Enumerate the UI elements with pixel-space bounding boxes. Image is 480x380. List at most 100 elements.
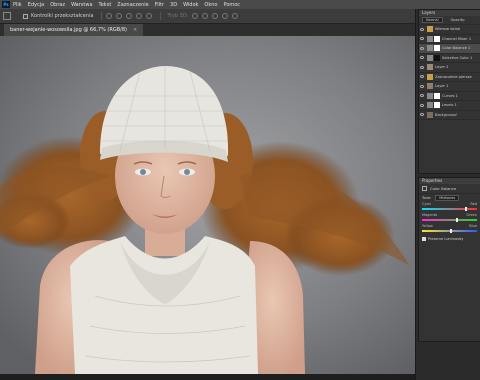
3d-slide-icon[interactable] xyxy=(222,13,229,19)
layer-name: Color Balance 1 xyxy=(442,46,471,51)
layer-mask-thumbnail xyxy=(434,92,440,99)
adjustment-icon xyxy=(427,102,433,109)
document-canvas[interactable] xyxy=(0,36,415,374)
divider xyxy=(160,12,162,20)
right-panel-dock: Layers Normal Opacity: Wiersze dolne Cha… xyxy=(415,9,480,380)
align-center-icon[interactable] xyxy=(146,13,153,19)
layer-row[interactable]: Selective Color 1 xyxy=(419,54,480,63)
slider-knob[interactable] xyxy=(464,207,467,211)
menu-plik[interactable]: Plik xyxy=(13,2,22,8)
menu-widok[interactable]: Widok xyxy=(183,2,198,8)
adjustment-icon xyxy=(427,54,433,61)
menu-zaznaczenie[interactable]: Zaznaczenie xyxy=(117,2,148,8)
layer-thumbnail xyxy=(427,111,433,118)
visibility-eye-icon[interactable] xyxy=(420,94,424,98)
3d-scale-icon[interactable] xyxy=(232,13,239,19)
layer-name: Channel Mixer 1 xyxy=(442,36,472,41)
properties-title: Color Balance xyxy=(430,186,457,191)
layer-row[interactable]: Layer 1 xyxy=(419,82,480,92)
visibility-eye-icon[interactable] xyxy=(420,46,424,50)
align-left-icon[interactable] xyxy=(136,13,143,19)
tone-label: Tone: xyxy=(422,196,432,200)
layer-name: Layer 2 xyxy=(435,65,449,70)
layer-row[interactable]: Background xyxy=(419,111,480,120)
visibility-eye-icon[interactable] xyxy=(420,113,424,117)
layer-row[interactable]: Levels 1 xyxy=(419,101,480,111)
3d-pan-icon[interactable] xyxy=(212,13,219,19)
menu-warstwa[interactable]: Warstwa xyxy=(71,2,92,8)
magenta-green-slider-group: Magenta Green xyxy=(419,213,480,222)
layer-row[interactable]: Curves 1 xyxy=(419,92,480,101)
menu-tekst[interactable]: Tekst xyxy=(99,2,112,8)
menu-okno[interactable]: Okno xyxy=(204,2,217,8)
cyan-red-slider[interactable] xyxy=(422,207,477,211)
layers-filter-row: Normal Opacity: xyxy=(419,16,480,25)
3d-mode-label: Tryb 3D: xyxy=(167,13,189,19)
magenta-green-slider[interactable] xyxy=(422,218,477,222)
layer-mask-thumbnail xyxy=(434,45,440,52)
layer-row[interactable]: Wiersze dolne xyxy=(419,25,480,35)
slider-knob[interactable] xyxy=(449,229,452,233)
visibility-eye-icon[interactable] xyxy=(420,84,424,88)
blend-mode-select[interactable]: Normal xyxy=(422,17,443,23)
close-icon[interactable]: × xyxy=(133,24,137,36)
opacity-label: Opacity: xyxy=(450,18,466,22)
app-logo[interactable]: Ps xyxy=(2,1,10,8)
menu-bar: Ps Plik Edycja Obraz Warstwa Tekst Zazna… xyxy=(0,0,480,9)
yellow-label: Yellow xyxy=(422,224,433,228)
layer-row-selected[interactable]: Color Balance 1 xyxy=(419,44,480,54)
yellow-blue-labels: Yellow Blue xyxy=(419,224,480,228)
layer-row[interactable]: Channel Mixer 1 xyxy=(419,35,480,44)
layer-name: Curves 1 xyxy=(442,93,458,98)
document-title: baner-wejanie-wosowslla.jpg @ 66,7% (RGB… xyxy=(10,27,127,33)
visibility-eye-icon[interactable] xyxy=(420,37,424,41)
menu-obraz[interactable]: Obraz xyxy=(50,2,65,8)
layer-thumbnail xyxy=(427,64,433,71)
layer-mask-thumbnail xyxy=(434,54,440,61)
folder-icon xyxy=(427,26,433,33)
preserve-luminosity-label: Preserve Luminosity xyxy=(428,237,464,241)
layer-mask-thumbnail xyxy=(434,102,440,109)
red-label: Red xyxy=(470,202,477,206)
adjustment-icon xyxy=(427,35,433,42)
folder-icon xyxy=(427,73,433,80)
align-top-icon[interactable] xyxy=(106,13,113,19)
visibility-eye-icon[interactable] xyxy=(420,27,424,31)
document-tab[interactable]: baner-wejanie-wosowslla.jpg @ 66,7% (RGB… xyxy=(4,24,144,36)
layer-mask-thumbnail xyxy=(434,35,440,42)
3d-rotate-icon[interactable] xyxy=(192,13,199,19)
layer-name: Wiersze dolne xyxy=(435,27,461,32)
tone-select[interactable]: Midtones xyxy=(435,195,460,201)
cyan-red-slider-group: Cyan Red xyxy=(419,202,480,211)
menu-pomoc[interactable]: Pomoc xyxy=(223,2,240,8)
visibility-eye-icon[interactable] xyxy=(420,56,424,60)
menu-filtr[interactable]: Filtr xyxy=(155,2,164,8)
yellow-blue-slider[interactable] xyxy=(422,229,477,233)
slider-knob[interactable] xyxy=(456,218,459,222)
visibility-eye-icon[interactable] xyxy=(420,75,424,79)
preserve-luminosity-checkbox[interactable] xyxy=(422,237,426,241)
document-tab-bar: baner-wejanie-wosowslla.jpg @ 66,7% (RGB… xyxy=(0,24,415,36)
layer-row[interactable]: Layer 2 xyxy=(419,63,480,73)
cyan-red-labels: Cyan Red xyxy=(419,202,480,206)
visibility-eye-icon[interactable] xyxy=(420,103,424,107)
adjustment-icon xyxy=(427,92,433,99)
status-bar xyxy=(0,374,415,380)
layer-thumbnail xyxy=(427,83,433,90)
divider xyxy=(101,12,103,20)
align-middle-icon[interactable] xyxy=(116,13,123,19)
move-tool-icon[interactable] xyxy=(3,12,11,20)
color-balance-icon xyxy=(422,186,427,191)
layer-name: Zaznaczenie piersze xyxy=(435,74,472,79)
magenta-label: Magenta xyxy=(422,213,438,217)
menu-3d[interactable]: 3D xyxy=(170,2,177,8)
layer-name: Selective Color 1 xyxy=(442,55,473,60)
layer-row[interactable]: Zaznaczenie piersze xyxy=(419,73,480,82)
transform-controls-checkbox[interactable] xyxy=(23,13,28,19)
align-bottom-icon[interactable] xyxy=(126,13,133,19)
photo xyxy=(0,36,415,374)
3d-roll-icon[interactable] xyxy=(202,13,209,19)
visibility-eye-icon[interactable] xyxy=(420,65,424,69)
menu-edycja[interactable]: Edycja xyxy=(28,2,45,8)
options-bar: Kontrolki przekształcenia Tryb 3D: xyxy=(0,9,415,24)
